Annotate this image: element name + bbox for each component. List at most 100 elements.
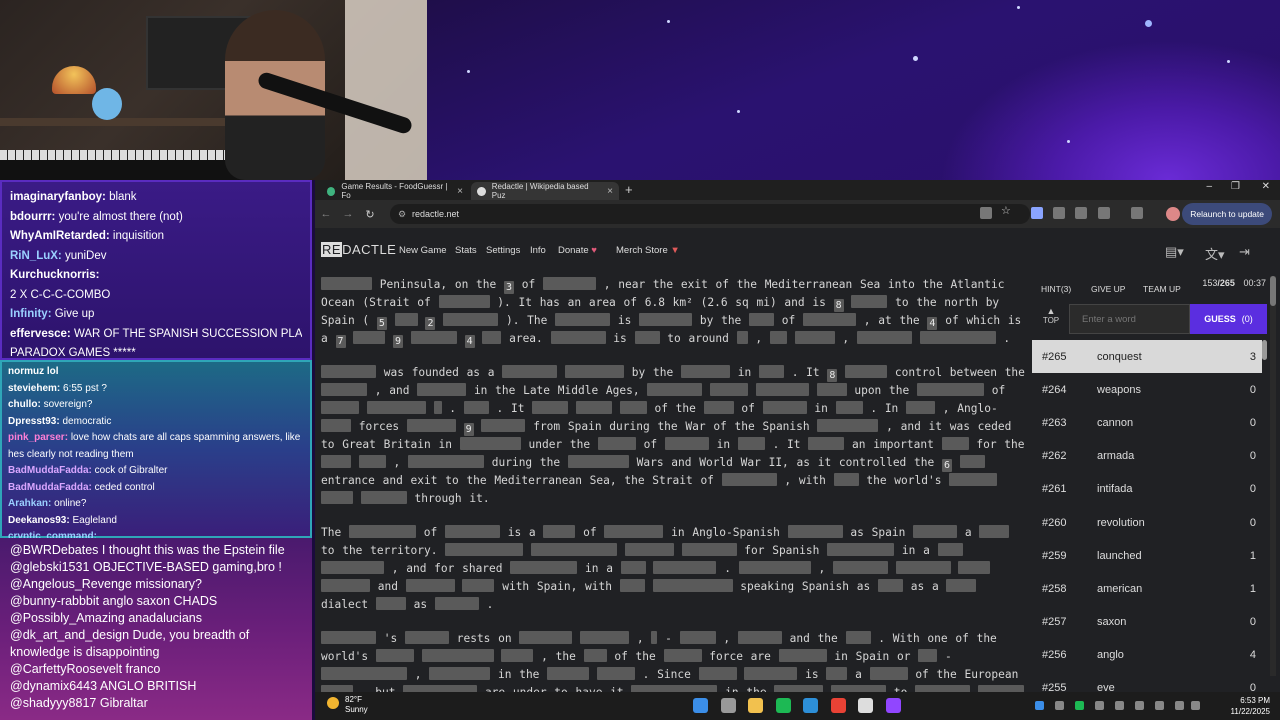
relaunch-button[interactable]: Relaunch to update [1182, 203, 1272, 225]
guess-row[interactable]: #256 anglo 4 [1032, 639, 1262, 672]
volume-icon[interactable] [1191, 701, 1200, 710]
spotify-icon[interactable] [775, 698, 791, 713]
extension-icon[interactable] [1053, 207, 1065, 219]
new-tab-icon[interactable]: + [625, 182, 633, 197]
guess-row[interactable]: #264 weapons 0 [1032, 373, 1262, 406]
guess-row[interactable]: #255 eve 0 [1032, 672, 1262, 692]
browser-window: Game Results - FoodGuessr | Fo × Redactl… [315, 180, 1280, 692]
forward-icon[interactable]: → [337, 208, 359, 220]
redactle-favicon [477, 186, 486, 196]
revealed-text: is [617, 314, 632, 327]
nav-new-game[interactable]: New Game [399, 245, 447, 256]
nav-donate[interactable]: Donate ♥ [558, 245, 597, 256]
tab-foodguessr[interactable]: Game Results - FoodGuessr | Fo × [321, 182, 469, 200]
twitch-icon[interactable] [885, 698, 901, 713]
chat-text: sovereign? [43, 399, 93, 410]
tab-redactle[interactable]: Redactle | Wikipedia based Puz × [471, 182, 619, 200]
guess-hits: 0 [1249, 450, 1256, 463]
obs-icon[interactable] [858, 698, 873, 713]
guess-word: launched [1097, 549, 1142, 562]
revealed-text: , Anglo- [942, 402, 998, 415]
windows-start-icon[interactable] [693, 698, 708, 713]
login-icon[interactable]: ⇥ [1239, 244, 1250, 260]
guess-row[interactable]: #261 intifada 0 [1032, 473, 1262, 506]
tray-icon[interactable] [1055, 701, 1064, 710]
install-app-icon[interactable] [980, 207, 992, 219]
redacted-word [321, 579, 370, 592]
maximize-icon[interactable]: ❐ [1231, 181, 1240, 192]
chrome-icon[interactable] [830, 698, 846, 713]
close-window-icon[interactable]: ✕ [1262, 181, 1270, 192]
profile-avatar[interactable] [1166, 207, 1180, 221]
back-icon[interactable]: ← [315, 208, 337, 220]
site-info-icon[interactable]: ⚙ [398, 204, 406, 224]
guess-row[interactable]: #259 launched 1 [1032, 539, 1262, 572]
redactle-logo[interactable]: REDACTLE [321, 242, 396, 257]
scroll-thumb[interactable] [1270, 276, 1276, 306]
article-paragraph: 's rests on , - , and the . With one of … [321, 630, 1027, 692]
tray-icon[interactable] [1095, 701, 1104, 710]
scroll-thumb[interactable] [1262, 340, 1267, 360]
revealed-text: a [964, 526, 972, 539]
revealed-text: in the [498, 668, 540, 681]
weather-widget[interactable]: 82°F Sunny [327, 695, 368, 715]
scroll-top-button[interactable]: ▲ TOP [1033, 306, 1069, 340]
minimize-icon[interactable]: – [1206, 181, 1212, 192]
revealed-text: for Spanish [744, 544, 820, 557]
guess-list-scrollbar[interactable] [1262, 340, 1268, 690]
redacted-word [895, 561, 951, 574]
sidepanel-icon[interactable] [1131, 207, 1143, 219]
guess-row[interactable]: #263 cannon 0 [1032, 406, 1262, 439]
bookmark-star-icon[interactable]: ☆ [1001, 204, 1013, 217]
team-up-button[interactable]: TEAM UP [1143, 284, 1181, 294]
extension-icon[interactable] [1075, 207, 1087, 219]
redacted-word [404, 631, 449, 644]
guess-row[interactable]: #260 revolution 0 [1032, 506, 1262, 539]
tray-icon[interactable] [1115, 701, 1124, 710]
revealed-text: rests on [456, 632, 512, 645]
nav-merch-store[interactable]: Merch Store ▼ [616, 245, 680, 256]
clock[interactable]: 6:53 PM 11/22/2025 [1231, 695, 1270, 717]
tray-icon[interactable] [1035, 701, 1044, 710]
chat-message: @BWRDebates I thought this was the Epste… [10, 542, 302, 559]
close-tab-icon[interactable]: × [457, 186, 463, 197]
task-view-icon[interactable] [720, 698, 736, 713]
give-up-button[interactable]: GIVE UP [1091, 284, 1125, 294]
guess-button[interactable]: GUESS (0) [1190, 304, 1267, 334]
guess-row[interactable]: #257 saxon 0 [1032, 606, 1262, 639]
redacted-word [816, 383, 847, 396]
close-tab-icon[interactable]: × [607, 186, 613, 197]
nav-info[interactable]: Info [530, 245, 546, 256]
book-icon[interactable]: ▤▾ [1165, 244, 1184, 260]
chat-message: 2 X C-C-C-COMBO [10, 286, 302, 306]
revealed-text: of [781, 314, 796, 327]
guess-row[interactable]: #265 conquest 3 [1032, 340, 1262, 374]
wifi-icon[interactable] [1175, 701, 1184, 710]
url-text: redactle.net [412, 209, 460, 219]
chat-text: you're almost there (not) [58, 210, 183, 223]
tray-icon[interactable] [1075, 701, 1084, 710]
redacted-word [543, 277, 597, 290]
edge-icon[interactable] [803, 698, 818, 713]
redacted-word-length: 3 [504, 281, 515, 294]
tray-icon[interactable] [1135, 701, 1144, 710]
redacted-word [619, 579, 645, 592]
translate-icon[interactable]: 文▾ [1205, 244, 1225, 263]
nav-settings[interactable]: Settings [486, 245, 520, 256]
reload-icon[interactable]: ↻ [359, 208, 381, 221]
guess-row[interactable]: #262 armada 0 [1032, 440, 1262, 473]
extension-icon[interactable] [1031, 207, 1043, 219]
redacted-word [979, 525, 1010, 538]
page-scrollbar[interactable] [1270, 276, 1276, 676]
nav-stats[interactable]: Stats [455, 245, 477, 256]
redacted-word [565, 365, 625, 378]
guess-hits: 4 [1249, 649, 1256, 662]
tray-icon[interactable] [1155, 701, 1164, 710]
file-explorer-icon[interactable] [748, 698, 763, 713]
revealed-text: , and for shared [391, 562, 503, 575]
url-field[interactable]: ⚙ redactle.net [390, 204, 1030, 224]
guess-input[interactable] [1069, 304, 1190, 334]
guess-row[interactable]: #258 american 1 [1032, 572, 1262, 605]
hint-button[interactable]: HINT(3) [1041, 284, 1071, 294]
extensions-puzzle-icon[interactable] [1098, 207, 1110, 219]
